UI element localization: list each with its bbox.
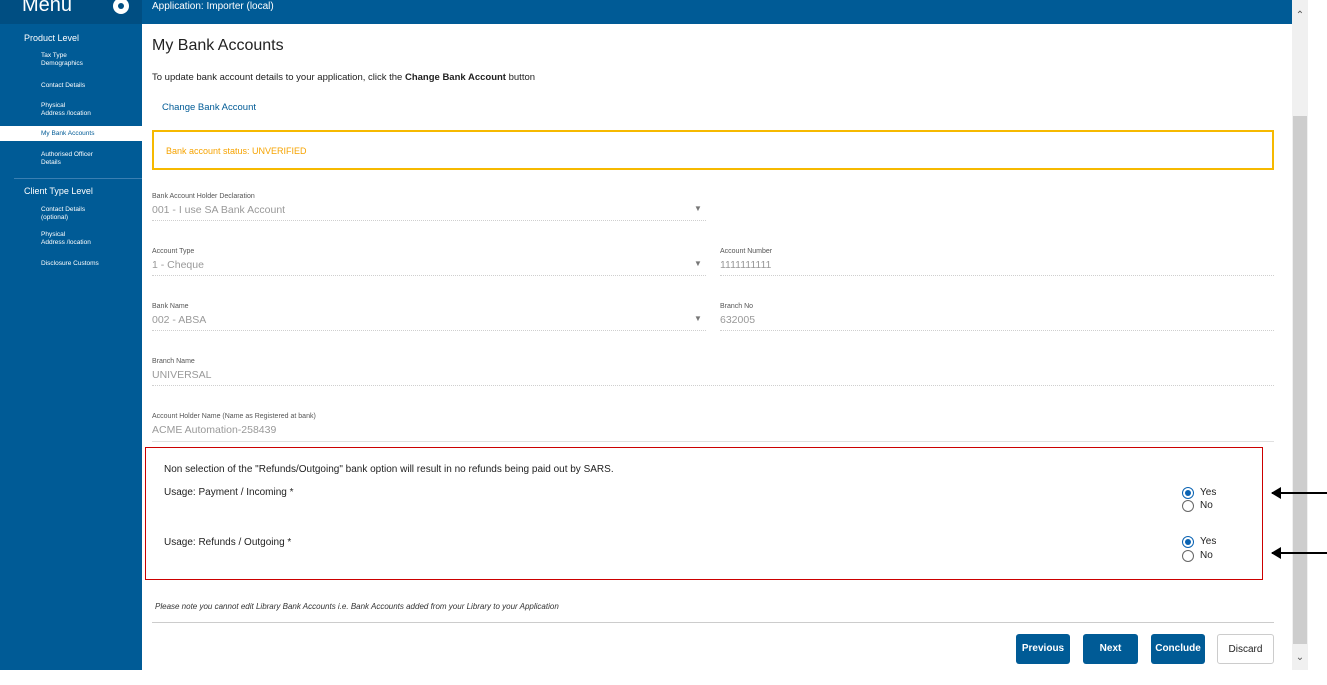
gear-icon[interactable] (113, 0, 129, 14)
sidebar: Menu Product Level Tax Type Demographics… (0, 0, 142, 670)
field-label: Branch Name (152, 358, 195, 365)
usage-refunds-label: Usage: Refunds / Outgoing * (164, 537, 292, 548)
radio-label-no: No (1200, 500, 1213, 511)
field-underline (720, 330, 1274, 331)
sidebar-item-authorised-officer[interactable]: Authorised Officer Details (41, 151, 93, 167)
radio-label-yes: Yes (1200, 487, 1217, 498)
field-underline (152, 275, 706, 276)
status-text: Bank account status: UNVERIFIED (166, 146, 307, 156)
scrollbar[interactable]: ⌃ ⌄ (1292, 0, 1308, 670)
field-value: UNIVERSAL (152, 369, 212, 381)
field-label: Bank Name (152, 303, 189, 310)
field-label: Account Number (720, 248, 773, 255)
sidebar-item-contact-details[interactable]: Contact Details (41, 82, 85, 90)
field-value: 002 - ABSA (152, 314, 207, 326)
sidebar-item-label: My Bank Accounts (41, 130, 95, 137)
status-banner: Bank account status: UNVERIFIED (152, 130, 1274, 170)
field-underline (152, 385, 1274, 386)
sidebar-item-tax-type[interactable]: Tax Type Demographics (41, 52, 83, 68)
field-underline (152, 220, 706, 221)
discard-button[interactable]: Discard (1217, 634, 1274, 664)
sidebar-item-disclosure-customs[interactable]: Disclosure Customs (41, 260, 99, 268)
intro-prefix: To update bank account details to your a… (152, 72, 405, 83)
product-level-label: Product Level (24, 33, 80, 43)
arrow-left-icon (1271, 488, 1327, 498)
refund-warning: Non selection of the "Refunds/Outgoing" … (164, 464, 614, 475)
field-value: 632005 (720, 314, 756, 326)
change-bank-account-link[interactable]: Change Bank Account (162, 102, 256, 113)
chevron-down-icon[interactable]: ▼ (694, 259, 702, 268)
menu-header: Menu (0, 0, 142, 24)
sidebar-item-my-bank-accounts[interactable]: My Bank Accounts (0, 126, 142, 141)
intro-text: To update bank account details to your a… (152, 72, 535, 83)
chevron-up-icon[interactable]: ⌃ (1292, 8, 1308, 24)
usage-refunds-yes-radio[interactable] (1182, 536, 1194, 548)
field-underline (720, 275, 1274, 276)
field-value: 001 - I use SA Bank Account (152, 204, 286, 216)
usage-payment-yes-radio[interactable] (1182, 487, 1194, 499)
top-bar: Application: Importer (local) (142, 0, 1292, 24)
radio-label-yes: Yes (1200, 536, 1217, 547)
chevron-down-icon[interactable]: ⌄ (1292, 650, 1308, 666)
previous-button[interactable]: Previous (1016, 634, 1070, 664)
usage-payment-label: Usage: Payment / Incoming * (164, 487, 294, 498)
usage-refunds-no-radio[interactable] (1182, 550, 1194, 562)
section-divider (152, 441, 1274, 442)
chevron-down-icon[interactable]: ▼ (694, 314, 702, 323)
intro-bold: Change Bank Account (404, 72, 506, 83)
sidebar-item-physical-address[interactable]: Physical Address /location (41, 102, 91, 118)
scrollbar-thumb[interactable] (1293, 116, 1307, 644)
arrow-left-icon (1271, 548, 1327, 558)
page-title: My Bank Accounts (152, 37, 284, 54)
menu-title: Menu (22, 0, 73, 16)
usage-payment-no-radio[interactable] (1182, 500, 1194, 512)
client-level-label: Client Type Level (24, 186, 93, 196)
field-label: Account Type (152, 248, 195, 255)
field-value: ACME Automation-258439 (152, 424, 277, 436)
intro-suffix: button (505, 72, 536, 83)
field-label: Bank Account Holder Declaration (152, 193, 255, 200)
library-note: Please note you cannot edit Library Bank… (155, 602, 559, 611)
sidebar-item-client-physical-address[interactable]: Physical Address /location (41, 231, 91, 247)
radio-label-no: No (1200, 550, 1213, 561)
application-label: Application: Importer (local) (152, 1, 274, 12)
field-label: Account Holder Name (Name as Registered … (152, 413, 316, 420)
conclude-button[interactable]: Conclude (1151, 634, 1205, 664)
field-underline (152, 330, 706, 331)
sidebar-divider (14, 178, 142, 179)
field-value: 1111111111 (720, 259, 772, 271)
field-value: 1 - Cheque (152, 259, 204, 271)
field-label: Branch No (720, 303, 754, 310)
app-frame: Menu Product Level Tax Type Demographics… (0, 0, 1327, 685)
footer-divider (152, 622, 1274, 623)
sidebar-item-client-contact-details[interactable]: Contact Details (optional) (41, 206, 85, 222)
chevron-down-icon[interactable]: ▼ (694, 204, 702, 213)
next-button[interactable]: Next (1083, 634, 1138, 664)
